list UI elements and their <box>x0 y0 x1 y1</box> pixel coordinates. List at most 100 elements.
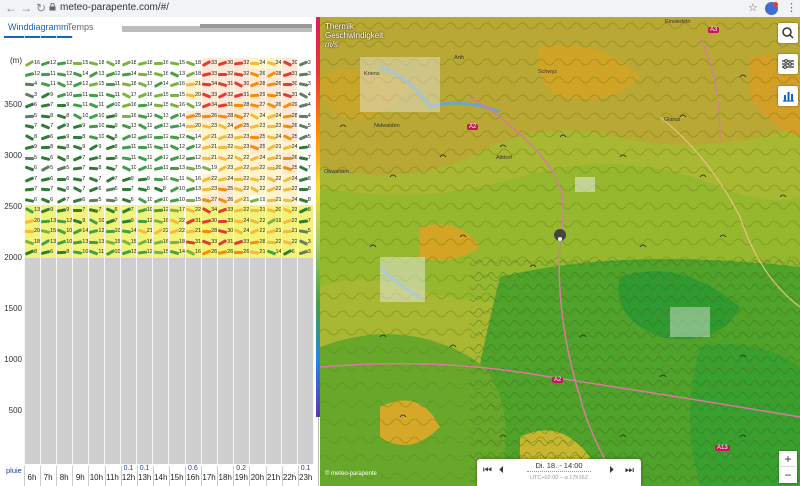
wind-arrow <box>298 114 308 118</box>
next-step-icon[interactable]: ⏵ <box>609 465 614 476</box>
rain-label: pluie <box>6 466 22 475</box>
wind-arrow <box>153 177 163 181</box>
map-title-line2: Geschwindigkeit <box>325 31 384 40</box>
map-attribution: © meteo-parapente <box>325 471 377 477</box>
wind-arrow <box>24 82 35 87</box>
zoom-out-button[interactable]: − <box>779 467 797 483</box>
reload-icon[interactable]: ↻ <box>34 1 48 15</box>
hour-label: 15h <box>170 473 184 482</box>
map-title-line1: Thermik <box>325 22 354 31</box>
wind-arrow <box>250 208 260 213</box>
hour-label: 21h <box>266 473 281 482</box>
column-divider <box>184 34 186 464</box>
address-bar[interactable]: meteo-parapente.com/#/ <box>60 1 169 15</box>
wind-arrow <box>250 239 260 245</box>
hour-label: 11h <box>106 473 119 482</box>
place-label: Nidwalden <box>374 123 400 129</box>
hour-label: 6h <box>27 473 37 482</box>
altitude-axis: (m) 3500 3000 2500 2000 1500 1000 500 <box>0 34 24 454</box>
wind-arrow <box>40 187 51 192</box>
search-button[interactable] <box>778 23 798 43</box>
wind-arrow <box>185 124 196 129</box>
bar-chart-icon <box>783 92 794 102</box>
forward-icon[interactable]: → <box>19 1 33 15</box>
altitude-label: 1500 <box>4 304 22 313</box>
wind-speed: 7 <box>307 217 311 224</box>
column-divider <box>200 34 202 464</box>
wind-arrow <box>282 113 292 119</box>
wind-speed: 6 <box>50 175 54 182</box>
wind-speed: 9 <box>66 123 70 129</box>
wind-speed: 5 <box>114 186 118 192</box>
wind-speed: 7 <box>34 186 38 192</box>
chart-button[interactable] <box>778 86 798 106</box>
wind-arrow <box>250 61 260 66</box>
wind-speed: 3 <box>307 249 311 255</box>
place-label: Kriens <box>364 71 380 77</box>
wind-arrow <box>57 250 67 255</box>
wind-speed: 9 <box>50 207 54 213</box>
wind-arrow <box>24 114 35 118</box>
tab-temps[interactable]: Temps <box>67 21 94 33</box>
prev-step-icon[interactable]: ⏴ <box>499 465 504 476</box>
wind-arrow <box>266 240 276 244</box>
hour-label: 13h <box>138 473 152 482</box>
wind-arrow <box>298 187 308 192</box>
column-divider <box>297 34 299 464</box>
altitude-label: 1000 <box>4 355 22 364</box>
time-slider[interactable] <box>527 471 591 473</box>
wind-arrow <box>73 135 83 139</box>
wind-arrow <box>282 83 292 86</box>
wind-speed: 8 <box>50 144 54 150</box>
wind-speed: 6 <box>66 175 70 182</box>
rain-value: 0.1 <box>300 465 311 472</box>
wind-arrow <box>153 61 163 66</box>
wind-speed: 8 <box>34 133 38 140</box>
rain-value: 0.6 <box>188 465 198 472</box>
column-divider <box>281 34 283 464</box>
wind-speed: 6 <box>50 154 54 161</box>
back-icon[interactable]: ← <box>4 1 18 15</box>
tab-winddiagramm[interactable]: Winddiagramm <box>4 21 73 38</box>
place-label: Obwalden <box>324 169 349 175</box>
hour-label: 20h <box>250 473 265 482</box>
wind-speed: 5 <box>307 133 311 140</box>
wind-speed: 7 <box>114 175 118 182</box>
wind-speed: 6 <box>34 102 38 108</box>
thermal-map[interactable]: A3 A2 A2 A13 Einsiedeln Schwyz Glarus Al… <box>320 17 800 486</box>
column-divider <box>87 34 89 464</box>
column-divider <box>23 34 25 464</box>
wind-speed: 8 <box>114 144 118 150</box>
wind-arrow <box>57 104 67 107</box>
wind-speed: 7 <box>130 207 134 213</box>
menu-icon[interactable]: ⋮ <box>786 1 797 15</box>
place-label: Altdorf <box>496 155 512 161</box>
wind-speed: 7 <box>98 175 102 182</box>
last-step-icon[interactable]: ⏭ <box>625 465 634 476</box>
column-divider <box>104 34 105 464</box>
road-label-a3: A3 <box>708 27 720 33</box>
wind-speed: 7 <box>66 196 70 203</box>
wind-arrow <box>121 218 131 224</box>
zoom-in-button[interactable]: + <box>779 451 797 467</box>
profile-avatar[interactable] <box>765 2 778 15</box>
settings-button[interactable] <box>778 54 798 74</box>
star-icon[interactable]: ☆ <box>748 1 758 15</box>
place-label: Einsiedeln <box>665 19 691 25</box>
wind-speed: 7 <box>82 207 86 213</box>
wind-arrow <box>153 250 163 255</box>
wind-arrow <box>89 240 99 244</box>
wind-speed: 7 <box>130 186 134 192</box>
wind-speed: 7 <box>50 123 54 129</box>
wind-arrow <box>41 72 51 76</box>
wind-arrow <box>24 229 35 234</box>
wind-arrow <box>105 82 115 87</box>
first-step-icon[interactable]: ⏮ <box>483 465 492 476</box>
column-divider <box>248 34 250 464</box>
column-divider <box>232 34 234 464</box>
wind-arrow <box>234 134 244 140</box>
wind-speed: 6 <box>66 186 70 192</box>
wind-arrow <box>57 218 67 224</box>
wind-arrow <box>185 198 196 202</box>
wind-speed: 8 <box>66 112 70 119</box>
